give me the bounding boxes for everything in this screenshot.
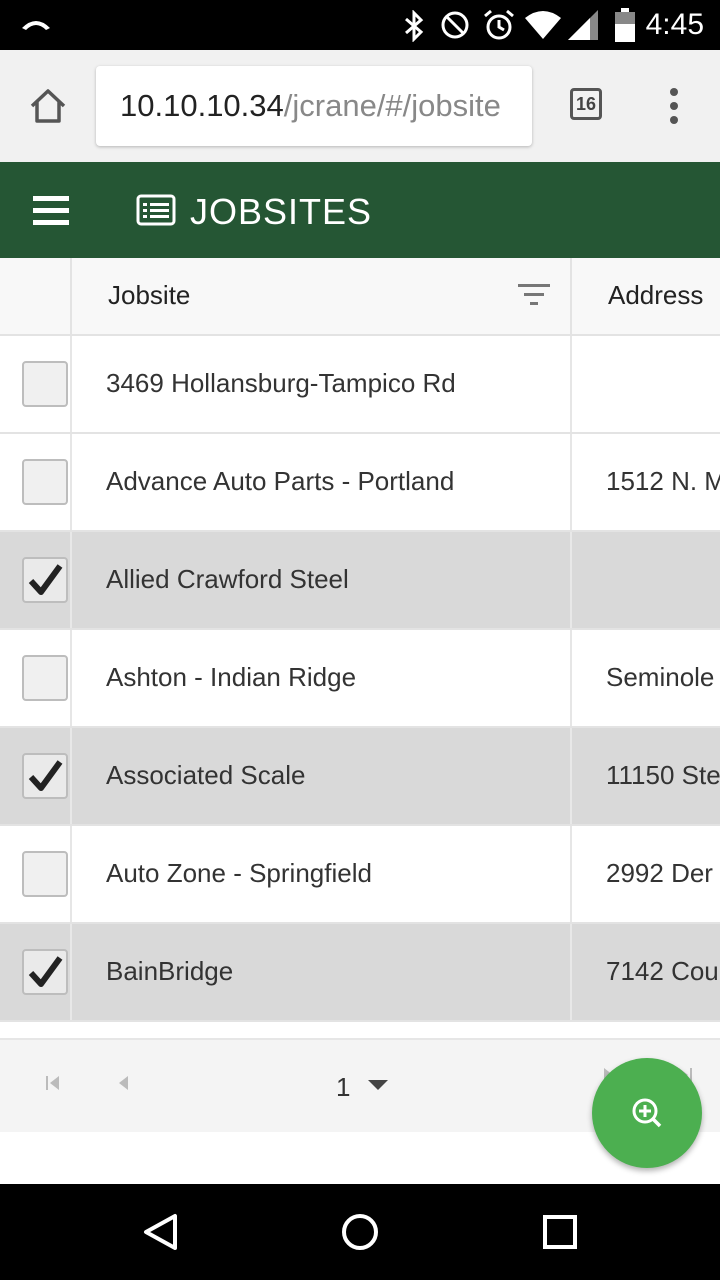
cell-divider <box>570 826 572 922</box>
row-checkbox[interactable] <box>22 851 68 897</box>
home-button-icon[interactable] <box>340 1212 380 1252</box>
cell-address: 7142 Cou <box>606 956 719 986</box>
menu-icon[interactable] <box>33 196 69 226</box>
overflow-menu-icon[interactable] <box>666 86 682 126</box>
cell-divider <box>570 924 572 1020</box>
cell-jobsite: BainBridge <box>106 956 234 986</box>
alarm-icon <box>484 9 514 40</box>
column-header-jobsite[interactable]: Jobsite <box>108 278 190 312</box>
cell-jobsite: 3469 Hollansburg-Tampico Rd <box>106 368 456 398</box>
cell-divider <box>570 728 572 824</box>
table-row[interactable]: Allied Crawford Steel <box>0 532 720 630</box>
system-nav-bar <box>0 1184 720 1280</box>
column-divider <box>570 258 572 334</box>
row-checkbox[interactable] <box>22 361 68 407</box>
url-text: 10.10.10.34/jcrane/#/jobsite <box>120 87 501 125</box>
cell-divider <box>570 630 572 726</box>
table-row[interactable]: Advance Auto Parts - Portland 1512 N. M <box>0 434 720 532</box>
cell-divider <box>570 434 572 530</box>
chevron-down-icon[interactable] <box>366 1078 390 1092</box>
cell-divider <box>70 924 72 1020</box>
cell-divider <box>70 434 72 530</box>
first-page-icon[interactable] <box>44 1074 62 1092</box>
signal-icon <box>568 10 598 40</box>
cell-divider <box>570 532 572 628</box>
column-header-address[interactable]: Address <box>608 278 703 312</box>
wifi-icon <box>525 11 561 39</box>
url-path: /jcrane/#/jobsite <box>283 88 501 123</box>
cast-icon <box>22 21 50 30</box>
check-icon <box>28 760 63 791</box>
url-host: 10.10.10.34 <box>120 88 284 123</box>
row-checkbox[interactable] <box>22 949 68 995</box>
cell-jobsite: Advance Auto Parts - Portland <box>106 466 455 496</box>
cell-address: Seminole <box>606 662 715 692</box>
cell-divider <box>70 826 72 922</box>
cell-divider <box>70 336 72 432</box>
table-row[interactable]: Ashton - Indian Ridge Seminole <box>0 630 720 728</box>
cell-jobsite: Ashton - Indian Ridge <box>106 662 357 692</box>
cell-address: 1512 N. M <box>606 466 720 496</box>
row-checkbox[interactable] <box>22 557 68 603</box>
row-checkbox[interactable] <box>22 459 68 505</box>
tab-count: 16 <box>575 94 597 114</box>
tabs-icon[interactable]: 16 <box>570 88 602 120</box>
cell-address: 11150 Ste <box>606 760 720 790</box>
recents-icon[interactable] <box>542 1214 578 1250</box>
row-checkbox[interactable] <box>22 655 68 701</box>
cell-jobsite: Associated Scale <box>106 760 306 790</box>
table-row[interactable]: 3469 Hollansburg-Tampico Rd <box>0 336 720 434</box>
cell-address: 2992 Der <box>606 858 713 888</box>
cell-divider <box>70 728 72 824</box>
address-bar[interactable]: 10.10.10.34/jcrane/#/jobsite <box>96 66 532 146</box>
table-row[interactable]: BainBridge 7142 Cou <box>0 924 720 1022</box>
cell-jobsite: Allied Crawford Steel <box>106 564 349 594</box>
grid-header: Jobsite Address <box>0 258 720 336</box>
row-checkbox[interactable] <box>22 753 68 799</box>
column-divider <box>70 258 72 334</box>
page-title: JOBSITES <box>190 191 373 232</box>
filter-icon[interactable] <box>518 284 550 306</box>
back-icon[interactable] <box>140 1212 180 1252</box>
previous-page-icon[interactable] <box>116 1074 132 1092</box>
battery-icon <box>615 8 635 42</box>
add-jobsite-button[interactable] <box>592 1058 702 1168</box>
page-number[interactable]: 1 <box>336 1070 350 1104</box>
cell-divider <box>70 532 72 628</box>
status-bar: 4:45 <box>0 0 720 50</box>
zoom-in-icon <box>632 1098 662 1128</box>
cell-divider <box>570 336 572 432</box>
bluetooth-icon <box>405 10 424 42</box>
clock: 4:45 <box>645 8 704 41</box>
home-icon[interactable] <box>28 86 68 126</box>
browser-toolbar: 10.10.10.34/jcrane/#/jobsite 16 <box>0 50 720 162</box>
table-row[interactable]: Associated Scale 11150 Ste <box>0 728 720 826</box>
check-icon <box>28 956 63 987</box>
cell-divider <box>70 630 72 726</box>
app-header: JOBSITES <box>0 162 720 258</box>
cell-jobsite: Auto Zone - Springfield <box>106 858 372 888</box>
check-icon <box>28 564 63 595</box>
do-not-disturb-icon <box>441 11 469 39</box>
table-row[interactable]: Auto Zone - Springfield 2992 Der <box>0 826 720 924</box>
list-icon <box>136 194 176 226</box>
